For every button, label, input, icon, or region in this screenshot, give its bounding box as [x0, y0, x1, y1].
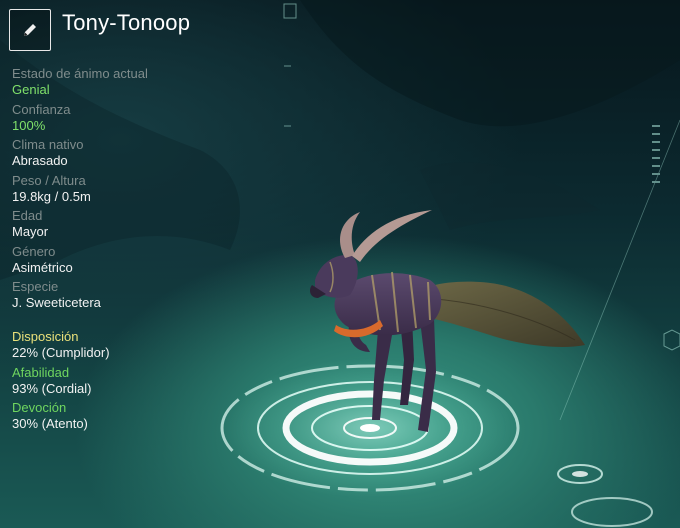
stat-label: Estado de ánimo actual	[12, 66, 148, 81]
trait-affability: Afabilidad 93% (Cordial)	[12, 365, 252, 401]
stat-age: Edad Mayor	[12, 208, 252, 244]
stat-trust: Confianza 100%	[12, 102, 252, 138]
stat-value: Asimétrico	[12, 259, 73, 275]
stat-label: Edad	[12, 208, 43, 223]
pet-name: Tony-Tonoop	[62, 10, 191, 35]
trait-label: Devoción	[12, 400, 67, 415]
stat-species: Especie J. Sweeticetera	[12, 279, 252, 315]
stat-value: 19.8kg / 0.5m	[12, 188, 91, 204]
edit-name-button[interactable]	[9, 9, 51, 51]
hologram-pedestal	[220, 358, 653, 527]
stat-label: Peso / Altura	[12, 172, 86, 188]
trait-value: 93% (Cordial)	[12, 380, 92, 396]
stat-label: Confianza	[12, 101, 71, 117]
pet-traits-panel: Disposición 22% (Cumplidor) Afabilidad 9…	[12, 329, 252, 436]
stat-gender: Género Asimétrico	[12, 244, 252, 280]
stat-value: Genial	[12, 82, 50, 97]
trait-value: 30% (Atento)	[12, 416, 88, 431]
trait-label: Afabilidad	[12, 364, 70, 380]
stat-label: Clima nativo	[12, 137, 84, 152]
pet-stats-panel: Estado de ánimo actual Genial Confianza …	[12, 66, 252, 315]
stat-value: Mayor	[12, 224, 49, 239]
stat-value: 100%	[12, 117, 46, 133]
stat-weight-height: Peso / Altura 19.8kg / 0.5m	[12, 173, 252, 209]
trait-label: Disposición	[12, 329, 79, 344]
stat-value: J. Sweeticetera	[12, 295, 101, 310]
trait-devotion: Devoción 30% (Atento)	[12, 400, 252, 436]
stat-mood: Estado de ánimo actual Genial	[12, 66, 252, 102]
stat-value: Abrasado	[12, 153, 68, 168]
trait-disposition: Disposición 22% (Cumplidor)	[12, 329, 252, 365]
pencil-icon	[24, 24, 36, 36]
stat-label: Género	[12, 243, 56, 259]
trait-value: 22% (Cumplidor)	[12, 345, 110, 360]
stat-climate: Clima nativo Abrasado	[12, 137, 252, 173]
stat-label: Especie	[12, 279, 59, 294]
